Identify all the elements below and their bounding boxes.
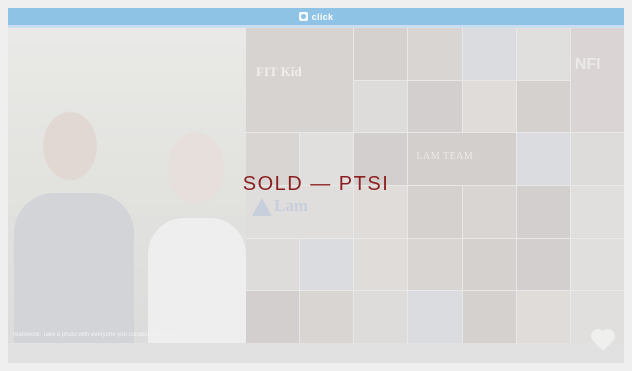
sold-banner: SOLD — PTSI xyxy=(242,173,390,195)
brand-name: click xyxy=(311,11,334,22)
click-logo-icon xyxy=(298,12,308,21)
footer-bar xyxy=(8,343,624,363)
header-bar: click xyxy=(8,8,624,25)
photo-caption: Teamwork: Take a photo with everyone you… xyxy=(12,332,180,338)
